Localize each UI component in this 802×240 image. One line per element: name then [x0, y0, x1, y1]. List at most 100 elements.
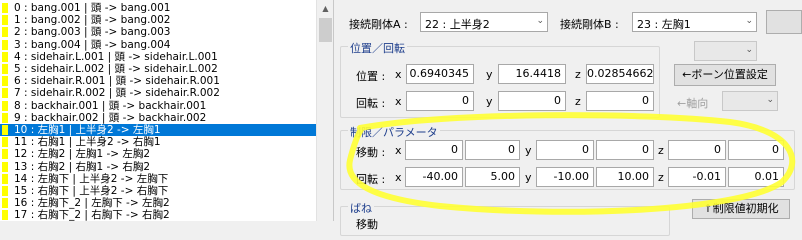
limit-rotate-y-max[interactable]: 10.00	[596, 167, 654, 187]
limit-move-label: 移動 :	[356, 146, 386, 159]
rotation-x-input[interactable]: 0	[406, 91, 474, 111]
position-rotation-title: 位置／回転	[348, 40, 407, 56]
list-item-marker	[2, 112, 8, 123]
body-b-label: 接続剛体B :	[560, 18, 619, 31]
body-a-value: 22 : 上半身2	[425, 18, 490, 31]
list-item-marker	[2, 161, 8, 172]
list-item-marker	[2, 3, 8, 13]
list-item-marker	[2, 15, 8, 26]
axis-direction-button[interactable]: ←軸向	[677, 95, 708, 111]
limit-move-z-max[interactable]: 0	[728, 140, 784, 160]
limit-move-z-min[interactable]: 0	[668, 140, 726, 160]
list-item-marker	[2, 149, 8, 160]
limit-rotate-x-max[interactable]: 5.00	[465, 167, 520, 187]
body-b-select[interactable]: 23 : 左胸1 ⌄	[632, 12, 757, 32]
list-item-marker	[2, 198, 8, 209]
list-item-label: 12 : 左胸2 | 左胸1 -> 左胸2	[14, 148, 151, 161]
list-item[interactable]: 5 : sidehair.L.002 | 頭 -> sidehair.L.002	[0, 63, 316, 75]
spring-title: ばね	[348, 200, 374, 216]
joint-list[interactable]: 0 : bang.001 | 頭 -> bang.001 1 : bang.002…	[0, 0, 334, 221]
list-item[interactable]: 17 : 右胸下_2 | 右胸下 -> 右胸2	[0, 209, 316, 221]
rotation-x-axis-label: x	[395, 95, 402, 108]
list-item[interactable]: 7 : sidehair.R.002 | 頭 -> sidehair.R.002	[0, 87, 316, 99]
position-x-input[interactable]: 0.6940345	[406, 64, 474, 84]
scroll-thumb[interactable]	[319, 18, 332, 42]
limit-rotate-z-min[interactable]: -0.01	[668, 167, 726, 187]
list-item[interactable]: 6 : sidehair.R.001 | 頭 -> sidehair.R.001	[0, 75, 316, 87]
scroll-up-icon[interactable]: ▲	[317, 0, 333, 17]
axis-source-select[interactable]: ⌄	[694, 41, 757, 61]
joint-properties-panel: 接続剛体A : 22 : 上半身2 ⌄ 接続剛体B : 23 : 左胸1 ⌄ 位…	[334, 0, 802, 236]
list-item[interactable]: 0 : bang.001 | 頭 -> bang.001	[0, 2, 316, 14]
list-item-label: 4 : sidehair.L.001 | 頭 -> sidehair.L.001	[14, 50, 218, 63]
list-item-label: 7 : sidehair.R.002 | 頭 -> sidehair.R.002	[14, 87, 220, 100]
position-y-axis-label: y	[486, 68, 493, 81]
limit-move-y-axis-label: y	[525, 144, 532, 157]
limit-move-z-axis-label: z	[658, 144, 664, 157]
limit-rotate-y-axis-label: y	[525, 171, 532, 184]
list-item[interactable]: 12 : 左胸2 | 左胸1 -> 左胸2	[0, 148, 316, 160]
list-item-marker	[2, 125, 8, 135]
rotation-z-input[interactable]: 0	[586, 91, 654, 111]
limit-move-x-min[interactable]: 0	[405, 140, 463, 160]
list-item-marker	[2, 76, 8, 87]
limit-move-x-axis-label: x	[395, 144, 402, 157]
list-item[interactable]: 9 : backhair.002 | 頭 -> backhair.002	[0, 112, 316, 124]
list-item-label: 11 : 右胸1 | 上半身2 -> 右胸1	[14, 136, 161, 149]
reset-limits-button[interactable]: ↑制限値初期化	[692, 199, 790, 219]
list-item-marker	[2, 27, 8, 38]
list-item[interactable]: 1 : bang.002 | 頭 -> bang.002	[0, 14, 316, 26]
list-item-marker	[2, 210, 8, 221]
list-item-label: 13 : 右胸2 | 右胸1 -> 右胸2	[14, 160, 151, 173]
limit-rotate-z-axis-label: z	[658, 171, 664, 184]
body-a-select[interactable]: 22 : 上半身2 ⌄	[420, 12, 548, 32]
limit-rotate-x-min[interactable]: -40.00	[405, 167, 463, 187]
list-item-label: 6 : sidehair.R.001 | 頭 -> sidehair.R.001	[14, 75, 220, 88]
limit-move-y-max[interactable]: 0	[596, 140, 654, 160]
list-item[interactable]: 14 : 左胸下 | 上半身2 -> 左胸下	[0, 173, 316, 185]
list-item-label: 3 : bang.004 | 頭 -> bang.004	[14, 38, 171, 51]
limit-rotate-y-min[interactable]: -10.00	[536, 167, 594, 187]
list-item[interactable]: 8 : backhair.001 | 頭 -> backhair.001	[0, 100, 316, 112]
list-item[interactable]: 15 : 右胸下 | 上半身2 -> 右胸下	[0, 185, 316, 197]
list-item-label: 8 : backhair.001 | 頭 -> backhair.001	[14, 99, 207, 112]
list-item[interactable]: 11 : 右胸1 | 上半身2 -> 右胸1	[0, 136, 316, 148]
top-right-button[interactable]	[766, 10, 802, 34]
list-item-label: 9 : backhair.002 | 頭 -> backhair.002	[14, 111, 207, 124]
chevron-down-icon: ⌄	[536, 16, 544, 26]
spring-move-label: 移動	[356, 218, 378, 231]
list-item-marker	[2, 39, 8, 50]
rotation-z-axis-label: z	[575, 95, 581, 108]
limit-rotate-label: 回転 :	[356, 173, 386, 186]
list-item-label: 17 : 右胸下_2 | 右胸下 -> 右胸2	[14, 209, 170, 221]
list-item[interactable]: 10 : 左胸1 | 上半身2 -> 左胸1	[0, 124, 316, 136]
list-item[interactable]: 13 : 右胸2 | 右胸1 -> 右胸2	[0, 161, 316, 173]
rotation-y-input[interactable]: 0	[498, 91, 566, 111]
list-item[interactable]: 3 : bang.004 | 頭 -> bang.004	[0, 39, 316, 51]
body-b-value: 23 : 左胸1	[637, 18, 691, 31]
chevron-down-icon: ⌄	[745, 16, 753, 26]
list-item-label: 14 : 左胸下 | 上半身2 -> 左胸下	[14, 172, 169, 185]
limits-title: 制限／パラメータ	[348, 124, 440, 140]
list-scrollbar[interactable]: ▲	[316, 0, 333, 221]
list-item-marker	[2, 100, 8, 111]
limit-rotate-z-max[interactable]: 0.01	[728, 167, 784, 187]
list-item[interactable]: 16 : 左胸下_2 | 左胸下 -> 左胸2	[0, 197, 316, 209]
list-item-label: 2 : bang.003 | 頭 -> bang.003	[14, 26, 171, 39]
limit-move-x-max[interactable]: 0	[465, 140, 520, 160]
list-item-marker	[2, 186, 8, 196]
spring-group	[340, 206, 670, 236]
list-item-marker	[2, 137, 8, 148]
limit-move-y-min[interactable]: 0	[536, 140, 594, 160]
position-z-axis-label: z	[575, 68, 581, 81]
list-item-marker	[2, 64, 8, 74]
list-item-label: 0 : bang.001 | 頭 -> bang.001	[14, 2, 171, 14]
axis-direction-select[interactable]: ⌄	[722, 91, 778, 111]
list-item[interactable]: 4 : sidehair.L.001 | 頭 -> sidehair.L.001	[0, 51, 316, 63]
position-y-input[interactable]: 16.4418	[498, 64, 566, 84]
list-item[interactable]: 2 : bang.003 | 頭 -> bang.003	[0, 26, 316, 38]
position-label: 位置 :	[356, 70, 386, 83]
list-item-label: 1 : bang.002 | 頭 -> bang.002	[14, 14, 171, 27]
bone-position-button[interactable]: ←ボーン位置設定	[674, 64, 776, 86]
position-z-input[interactable]: 0.02854662	[586, 64, 654, 84]
